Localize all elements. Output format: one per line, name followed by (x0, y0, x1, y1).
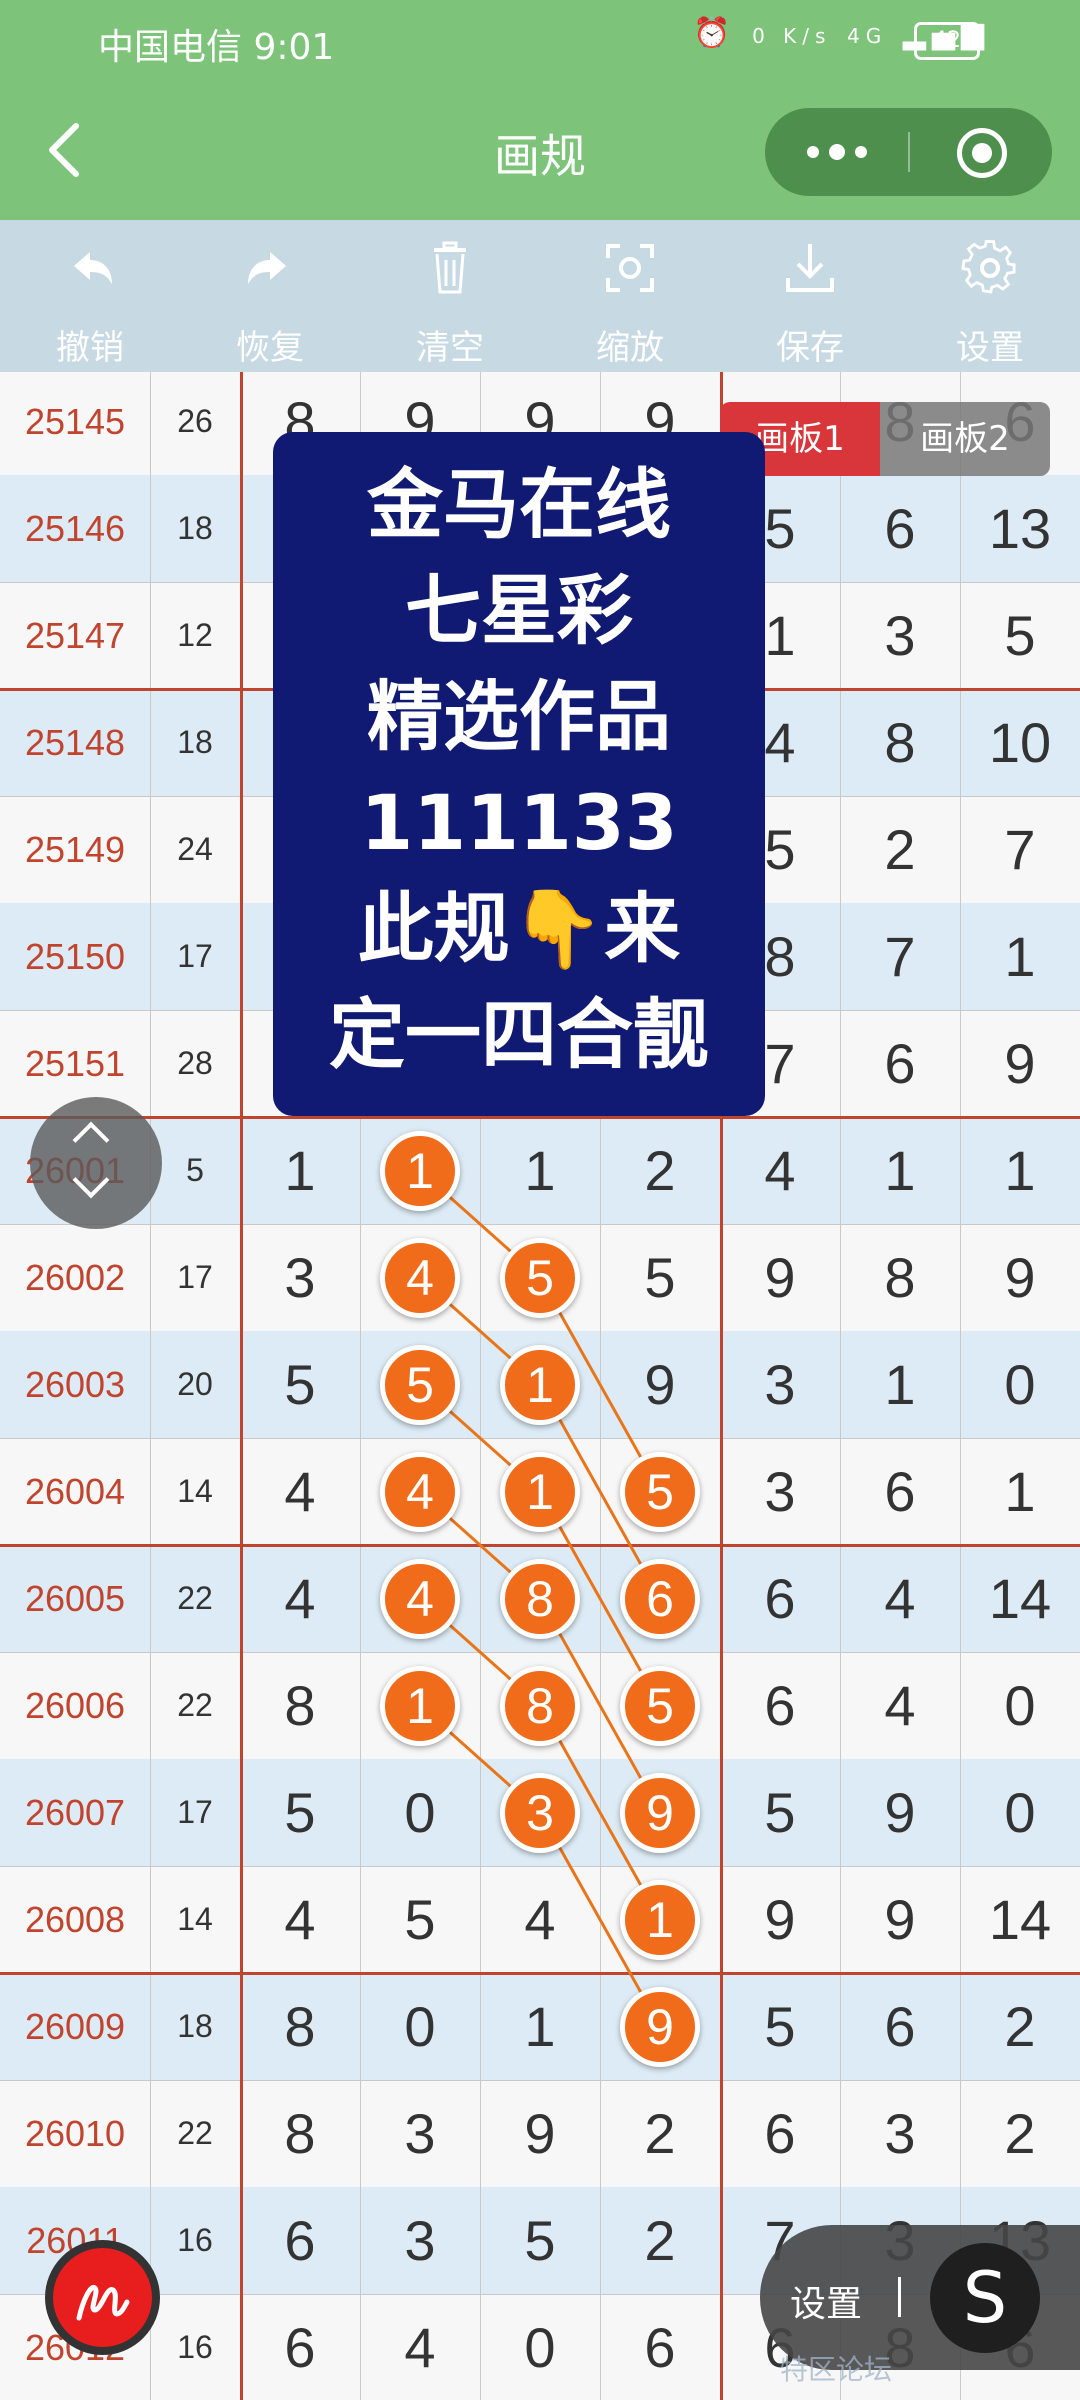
promo-overlay: 金马在线 七星彩 精选作品 111133 此规👇来 定一四合靓 (273, 432, 765, 1116)
settings-button[interactable]: 设置 (900, 232, 1080, 368)
battery-icon: 42 (914, 22, 980, 60)
highlighted-number[interactable]: 1 (500, 1451, 580, 1532)
net-speed: 0 K/s (752, 24, 832, 48)
zoom-label: 缩放 (596, 328, 664, 368)
trash-icon (434, 241, 466, 294)
highlighted-number[interactable]: 5 (380, 1344, 460, 1425)
target-icon-dot (972, 143, 992, 163)
brush-icon (76, 2284, 130, 2321)
clear-button[interactable]: 清空 (360, 232, 540, 368)
status-bar: 中国电信 9:01 ⏰ 0 K/s 4G ▂▄▆ 42 (0, 0, 1080, 80)
toolbar: 撤销 恢复 清空 缩放 保存 设置 (0, 220, 1080, 372)
highlighted-number[interactable]: 6 (620, 1558, 700, 1639)
clear-label: 清空 (416, 328, 484, 368)
zoom-icon (606, 244, 654, 292)
redo-button[interactable]: 恢复 (180, 232, 360, 368)
undo-button[interactable]: 撤销 (0, 232, 180, 368)
save-button[interactable]: 保存 (720, 232, 900, 368)
download-icon (786, 244, 834, 292)
title-bar: 画规 (0, 80, 1080, 220)
highlighted-number[interactable]: 8 (500, 1558, 580, 1639)
watermark: 特区论坛 (780, 2353, 893, 2386)
gear-icon (961, 240, 1016, 294)
overlay-line: 111133 (360, 778, 678, 867)
chevron-up-icon (72, 1121, 110, 1159)
board-tabs: 画板1 画板2 (720, 402, 1050, 476)
highlighted-number[interactable]: 9 (620, 1772, 700, 1853)
overlay-line: 此规👇来 (357, 884, 681, 973)
undo-icon (74, 252, 112, 284)
overlay-line: 七星彩 (405, 566, 633, 655)
board2-tab[interactable]: 画板2 (880, 402, 1050, 476)
highlighted-number[interactable]: 1 (500, 1344, 580, 1425)
highlighted-number[interactable]: 5 (500, 1237, 580, 1318)
floating-settings-button[interactable]: 设置 (790, 2275, 862, 2327)
highlighted-number[interactable]: 1 (380, 1130, 460, 1211)
undo-label: 撤销 (56, 328, 124, 368)
settings-label: 设置 (956, 328, 1024, 368)
save-label: 保存 (776, 328, 844, 368)
highlighted-number[interactable]: 5 (620, 1451, 700, 1532)
overlay-line: 精选作品 (367, 672, 671, 761)
network-type: 4G (847, 24, 888, 48)
highlighted-number[interactable]: 1 (380, 1665, 460, 1746)
more-dots-icon (807, 144, 867, 160)
s-button[interactable]: S (930, 2243, 1040, 2353)
alarm-icon: ⏰ (693, 16, 737, 51)
pill-divider (898, 2277, 901, 2317)
highlighted-number[interactable]: 4 (380, 1451, 460, 1532)
highlighted-number[interactable]: 5 (620, 1665, 700, 1746)
brush-button[interactable] (45, 2240, 160, 2355)
highlighted-number[interactable]: 8 (500, 1665, 580, 1746)
overlay-line: 定一四合靓 (329, 990, 709, 1079)
highlighted-number[interactable]: 3 (500, 1772, 580, 1853)
highlighted-number[interactable]: 4 (380, 1237, 460, 1318)
highlighted-number[interactable]: 9 (620, 1986, 700, 2067)
chevron-down-icon (72, 1161, 110, 1199)
scroll-toggle-button[interactable] (30, 1097, 162, 1229)
highlighted-number[interactable]: 1 (620, 1879, 700, 1960)
overlay-line: 金马在线 (367, 460, 671, 549)
redo-label: 恢复 (236, 328, 304, 368)
mini-program-capsule (765, 108, 1052, 196)
zoom-button[interactable]: 缩放 (540, 232, 720, 368)
carrier-time: 中国电信 9:01 (98, 27, 335, 68)
close-mini-program-button[interactable] (910, 108, 1052, 196)
highlighted-number[interactable]: 4 (380, 1558, 460, 1639)
redo-icon (248, 252, 286, 284)
more-button[interactable] (765, 108, 908, 196)
